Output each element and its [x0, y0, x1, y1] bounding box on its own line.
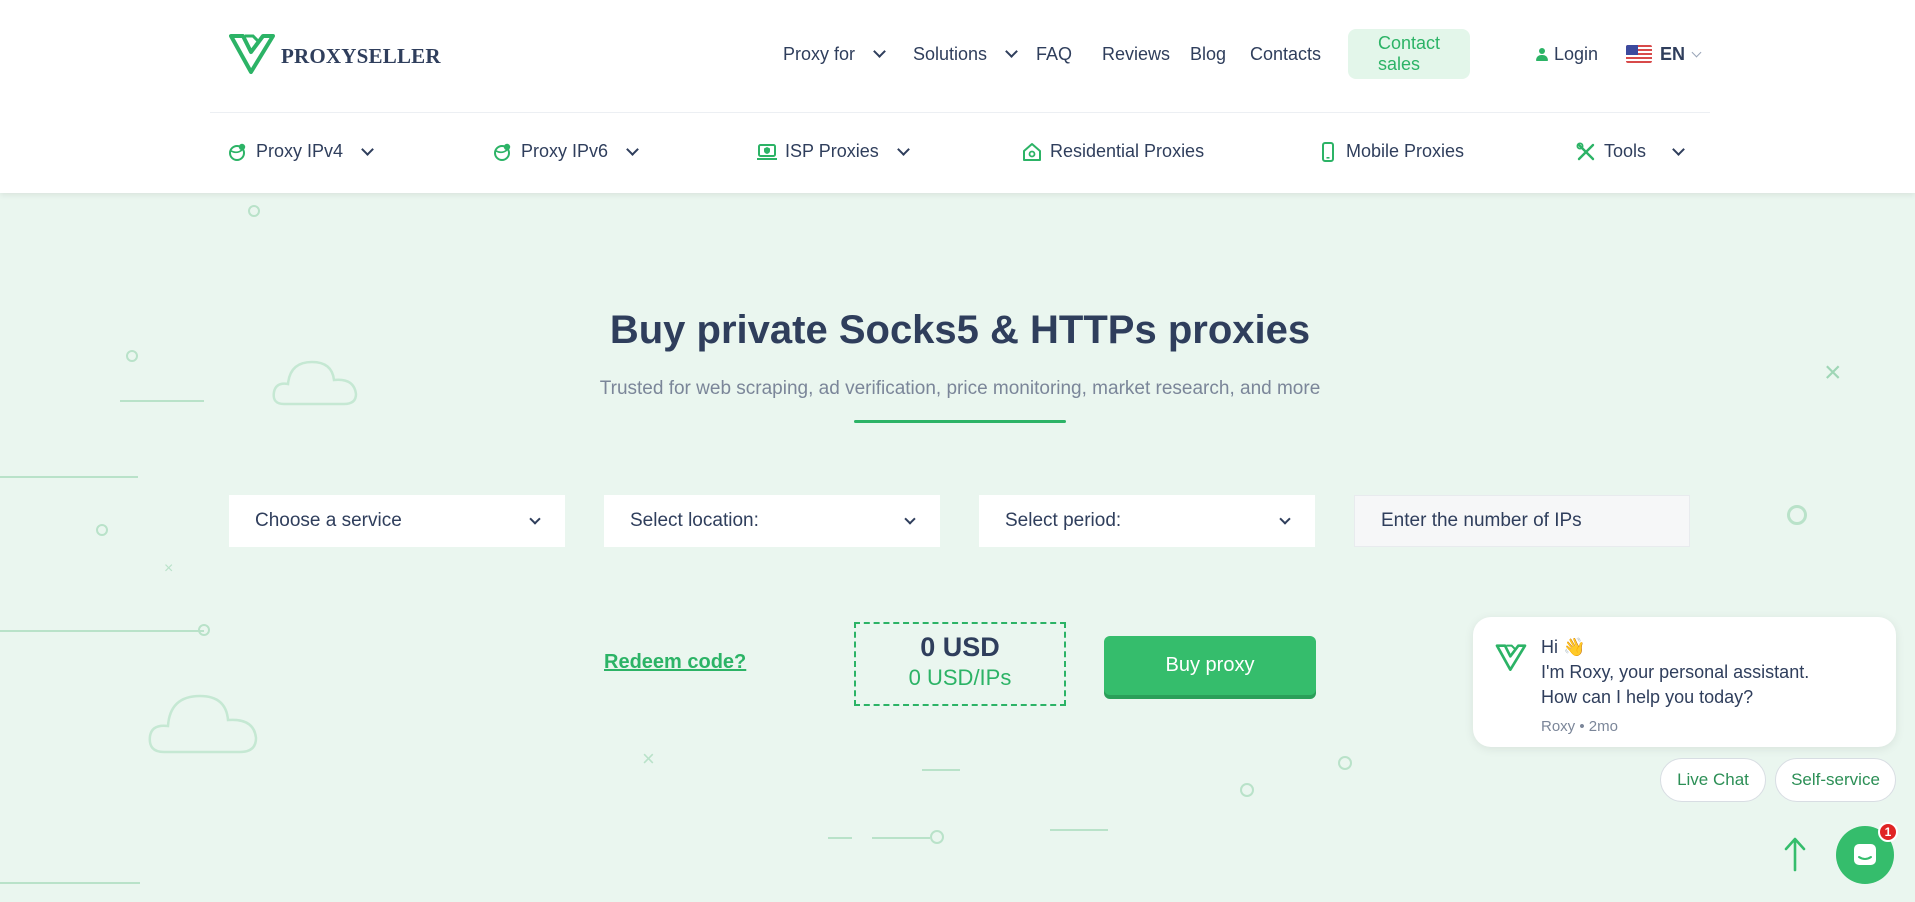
chevron-down-icon — [1005, 45, 1018, 58]
decor-line — [1050, 829, 1108, 831]
globe-pin-icon — [494, 143, 511, 161]
subnav-label: Tools — [1604, 141, 1647, 161]
logo[interactable]: PROXYSELLER — [229, 32, 441, 74]
phone-icon — [1322, 141, 1334, 162]
house-icon — [1023, 142, 1041, 161]
chevron-down-icon — [904, 512, 916, 525]
decor-cross-icon: × — [642, 746, 655, 771]
title-underline — [854, 420, 1066, 423]
language-label: EN — [1660, 43, 1686, 64]
decor-line — [0, 476, 138, 478]
page-subtitle: Trusted for web scraping, ad verificatio… — [599, 378, 1321, 399]
price-summary: 0 USD 0 USD/IPs — [854, 622, 1066, 706]
decor-circle — [1338, 756, 1352, 770]
live-chat-button[interactable]: Live Chat — [1660, 758, 1766, 802]
decor-line — [828, 837, 852, 839]
chevron-down-icon — [1672, 142, 1685, 156]
laptop-shield-icon — [757, 143, 777, 160]
user-icon — [1536, 47, 1548, 61]
chevron-down-icon — [1279, 512, 1291, 525]
chevron-down-icon — [1691, 47, 1702, 57]
subnav-item-residential-proxies[interactable]: Residential Proxies — [1022, 141, 1204, 162]
unread-badge: 1 — [1878, 822, 1898, 842]
product-navigation: Proxy IPv4 Proxy IPv6 ISP Proxies Reside… — [228, 137, 1685, 169]
decor-circle — [96, 524, 108, 536]
decor-cross-icon: × — [164, 560, 174, 577]
chat-launcher-button[interactable]: 1 — [1836, 822, 1898, 884]
decor-circle — [1787, 505, 1807, 525]
total-price: 0 USD — [920, 632, 1000, 662]
service-select-value: Choose a service — [255, 510, 402, 531]
contact-sales-button[interactable]: Contact sales — [1348, 29, 1471, 79]
login-label: Login — [1554, 43, 1599, 64]
arrow-up-icon[interactable] — [1783, 836, 1807, 872]
subnav-label: Residential Proxies — [1050, 141, 1205, 161]
subnav-item-tools[interactable]: Tools — [1576, 141, 1685, 162]
header-divider — [210, 112, 1710, 113]
subnav-label: Mobile Proxies — [1346, 141, 1465, 161]
nav-reviews[interactable]: Reviews — [1102, 44, 1170, 65]
subnav-label: ISP Proxies — [785, 141, 879, 161]
period-select-value: Select period: — [1005, 510, 1122, 531]
subnav-item-isp-proxies[interactable]: ISP Proxies — [757, 141, 910, 162]
chat-line: I'm Roxy, your personal assistant. — [1541, 662, 1810, 682]
decor-circle — [248, 205, 260, 217]
subnav-item-mobile-proxies[interactable]: Mobile Proxies — [1318, 141, 1464, 162]
nav-proxy-for[interactable]: Proxy for — [783, 43, 886, 65]
nav-contacts[interactable]: Contacts — [1250, 44, 1321, 65]
chevron-down-icon — [873, 45, 886, 58]
decor-line — [922, 769, 960, 771]
chevron-down-icon — [896, 142, 910, 156]
service-select[interactable]: Choose a service — [229, 495, 565, 547]
us-flag-icon — [1626, 45, 1652, 63]
chat-meta: Roxy • 2mo — [1541, 718, 1618, 735]
page-title: Buy private Socks5 & HTTPs proxies — [609, 308, 1311, 352]
price-per-ip: 0 USD/IPs — [908, 665, 1012, 690]
ip-count-input[interactable]: Enter the number of IPs — [1354, 495, 1690, 547]
nav-solutions-label: Solutions — [913, 43, 988, 64]
decor-circle — [198, 624, 210, 636]
globe-pin-icon — [229, 143, 246, 161]
subnav-item-proxy-ipv6[interactable]: Proxy IPv6 — [493, 141, 639, 162]
decor-line — [872, 837, 930, 839]
buy-proxy-button[interactable]: Buy proxy — [1104, 636, 1316, 695]
chat-icon — [1854, 844, 1876, 865]
proxyseller-logo-icon — [229, 34, 275, 74]
nav-faq[interactable]: FAQ — [1036, 44, 1072, 65]
brand-name: PROXYSELLER — [281, 43, 441, 68]
decor-line — [120, 400, 204, 402]
period-select[interactable]: Select period: — [979, 495, 1315, 547]
decor-circle — [930, 830, 944, 844]
location-select[interactable]: Select location: — [604, 495, 940, 547]
decor-line — [0, 630, 204, 632]
nav-solutions[interactable]: Solutions — [913, 43, 1018, 65]
nav-blog[interactable]: Blog — [1190, 44, 1226, 65]
login-link[interactable]: Login — [1536, 44, 1598, 65]
chevron-down-icon — [361, 142, 374, 156]
site-header: PROXYSELLER Proxy for Solutions FAQ Revi… — [0, 0, 1915, 193]
tools-icon — [1576, 142, 1595, 160]
proxyseller-logo-icon — [1495, 644, 1527, 671]
redeem-code-link[interactable]: Redeem code? — [604, 651, 746, 674]
cloud-icon — [148, 694, 258, 754]
location-select-value: Select location: — [630, 510, 759, 531]
chat-line: How can I help you today? — [1541, 687, 1754, 707]
ip-count-placeholder: Enter the number of IPs — [1381, 510, 1582, 531]
decor-line — [0, 882, 140, 884]
chevron-down-icon — [626, 142, 639, 156]
language-selector[interactable]: EN — [1626, 43, 1702, 65]
nav-proxy-for-label: Proxy for — [783, 43, 856, 64]
subnav-item-proxy-ipv4[interactable]: Proxy IPv4 — [228, 141, 374, 162]
chevron-down-icon — [529, 512, 541, 525]
chat-greeting: Hi 👋 — [1541, 637, 1586, 657]
decor-circle — [1240, 783, 1254, 797]
subnav-label: Proxy IPv4 — [256, 141, 344, 161]
self-service-button[interactable]: Self-service — [1775, 758, 1896, 802]
chat-message-bubble[interactable]: Hi 👋 I'm Roxy, your personal assistant. … — [1473, 617, 1896, 747]
subnav-label: Proxy IPv6 — [521, 141, 609, 161]
